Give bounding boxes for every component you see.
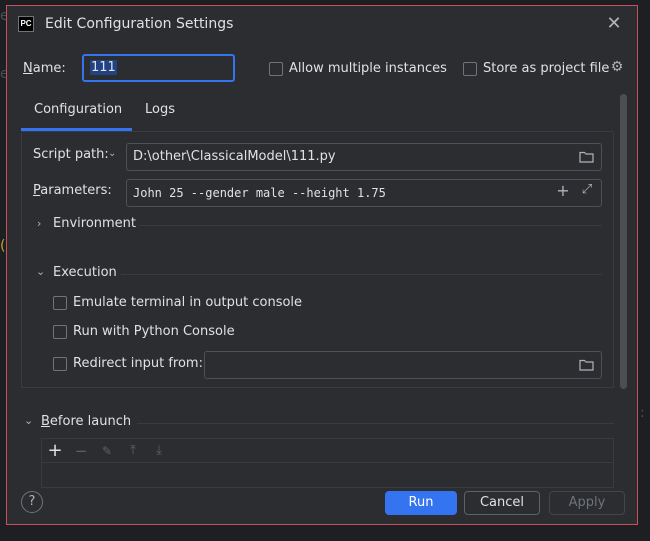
folder-icon[interactable]: [579, 151, 595, 163]
tabs-divider: [21, 131, 614, 132]
title-bar: PC Edit Configuration Settings ✕: [7, 6, 637, 42]
store-as-project-label: Store as project file: [483, 61, 610, 76]
edit-task-icon[interactable]: ✎: [98, 442, 116, 460]
dialog-title: Edit Configuration Settings: [45, 16, 234, 32]
run-button[interactable]: Run: [385, 491, 457, 515]
vertical-scrollbar[interactable]: [620, 94, 627, 389]
configuration-panel: [21, 133, 614, 388]
before-launch-divider: [137, 423, 614, 424]
script-path-value: D:\other\ClassicalModel\111.py: [133, 149, 336, 164]
add-task-icon[interactable]: +: [46, 442, 64, 460]
emulate-terminal-checkbox[interactable]: [53, 296, 67, 310]
background-editor-fragment: (: [0, 238, 6, 254]
close-icon[interactable]: ✕: [605, 15, 623, 33]
name-input[interactable]: 111: [82, 54, 235, 82]
toolbar-separator: [41, 462, 614, 463]
chevron-down-icon[interactable]: ⌄: [24, 414, 33, 427]
script-path-label[interactable]: Script path:: [33, 147, 109, 162]
redirect-input-checkbox[interactable]: [53, 357, 67, 371]
before-launch-label-rest: efore launch: [49, 414, 132, 429]
parameters-value: John 25 --gender male --height 1.75: [133, 186, 386, 200]
edit-configuration-dialog: PC Edit Configuration Settings ✕ Name: 1…: [6, 5, 638, 525]
environment-divider: [139, 225, 602, 226]
allow-multiple-checkbox[interactable]: [269, 62, 283, 76]
execution-section-label[interactable]: Execution: [53, 265, 117, 280]
add-icon[interactable]: +: [555, 181, 571, 200]
name-label-rest: ame:: [32, 61, 66, 76]
script-path-input[interactable]: D:\other\ClassicalModel\111.py: [126, 143, 602, 171]
before-launch-label[interactable]: Before launch: [41, 414, 131, 429]
tab-configuration[interactable]: Configuration: [34, 102, 122, 117]
chevron-down-icon[interactable]: ⌄: [108, 148, 116, 159]
remove-task-icon[interactable]: −: [72, 442, 90, 460]
cancel-button[interactable]: Cancel: [464, 491, 540, 515]
environment-section-label[interactable]: Environment: [53, 216, 136, 231]
chevron-right-icon[interactable]: ›: [37, 217, 41, 230]
store-as-project-checkbox[interactable]: [463, 62, 477, 76]
help-icon[interactable]: ?: [21, 491, 43, 513]
gear-icon[interactable]: ⚙: [609, 59, 625, 75]
folder-icon[interactable]: [579, 359, 595, 371]
parameters-label: Parameters:: [33, 183, 112, 198]
move-up-icon[interactable]: ⤒: [124, 442, 142, 460]
parameters-input[interactable]: John 25 --gender male --height 1.75: [126, 179, 602, 207]
name-label: Name:: [23, 61, 66, 76]
move-down-icon[interactable]: ⤓: [150, 442, 168, 460]
allow-multiple-label: Allow multiple instances: [289, 61, 447, 76]
background-editor-fragment: :: [640, 405, 645, 421]
apply-button[interactable]: Apply: [549, 491, 625, 515]
redirect-input-field[interactable]: [204, 351, 602, 379]
parameters-label-rest: arameters:: [40, 183, 112, 198]
python-console-label: Run with Python Console: [73, 324, 235, 339]
python-console-checkbox[interactable]: [53, 325, 67, 339]
active-tab-indicator: [21, 128, 132, 131]
pycharm-logo-icon: PC: [18, 16, 34, 32]
tab-logs[interactable]: Logs: [145, 102, 175, 117]
name-input-value: 111: [90, 60, 117, 75]
chevron-down-icon[interactable]: ⌄: [36, 265, 45, 278]
execution-divider: [121, 274, 602, 275]
expand-icon[interactable]: ⤢: [579, 182, 595, 197]
redirect-input-label: Redirect input from:: [73, 356, 203, 371]
emulate-terminal-label: Emulate terminal in output console: [73, 295, 303, 310]
